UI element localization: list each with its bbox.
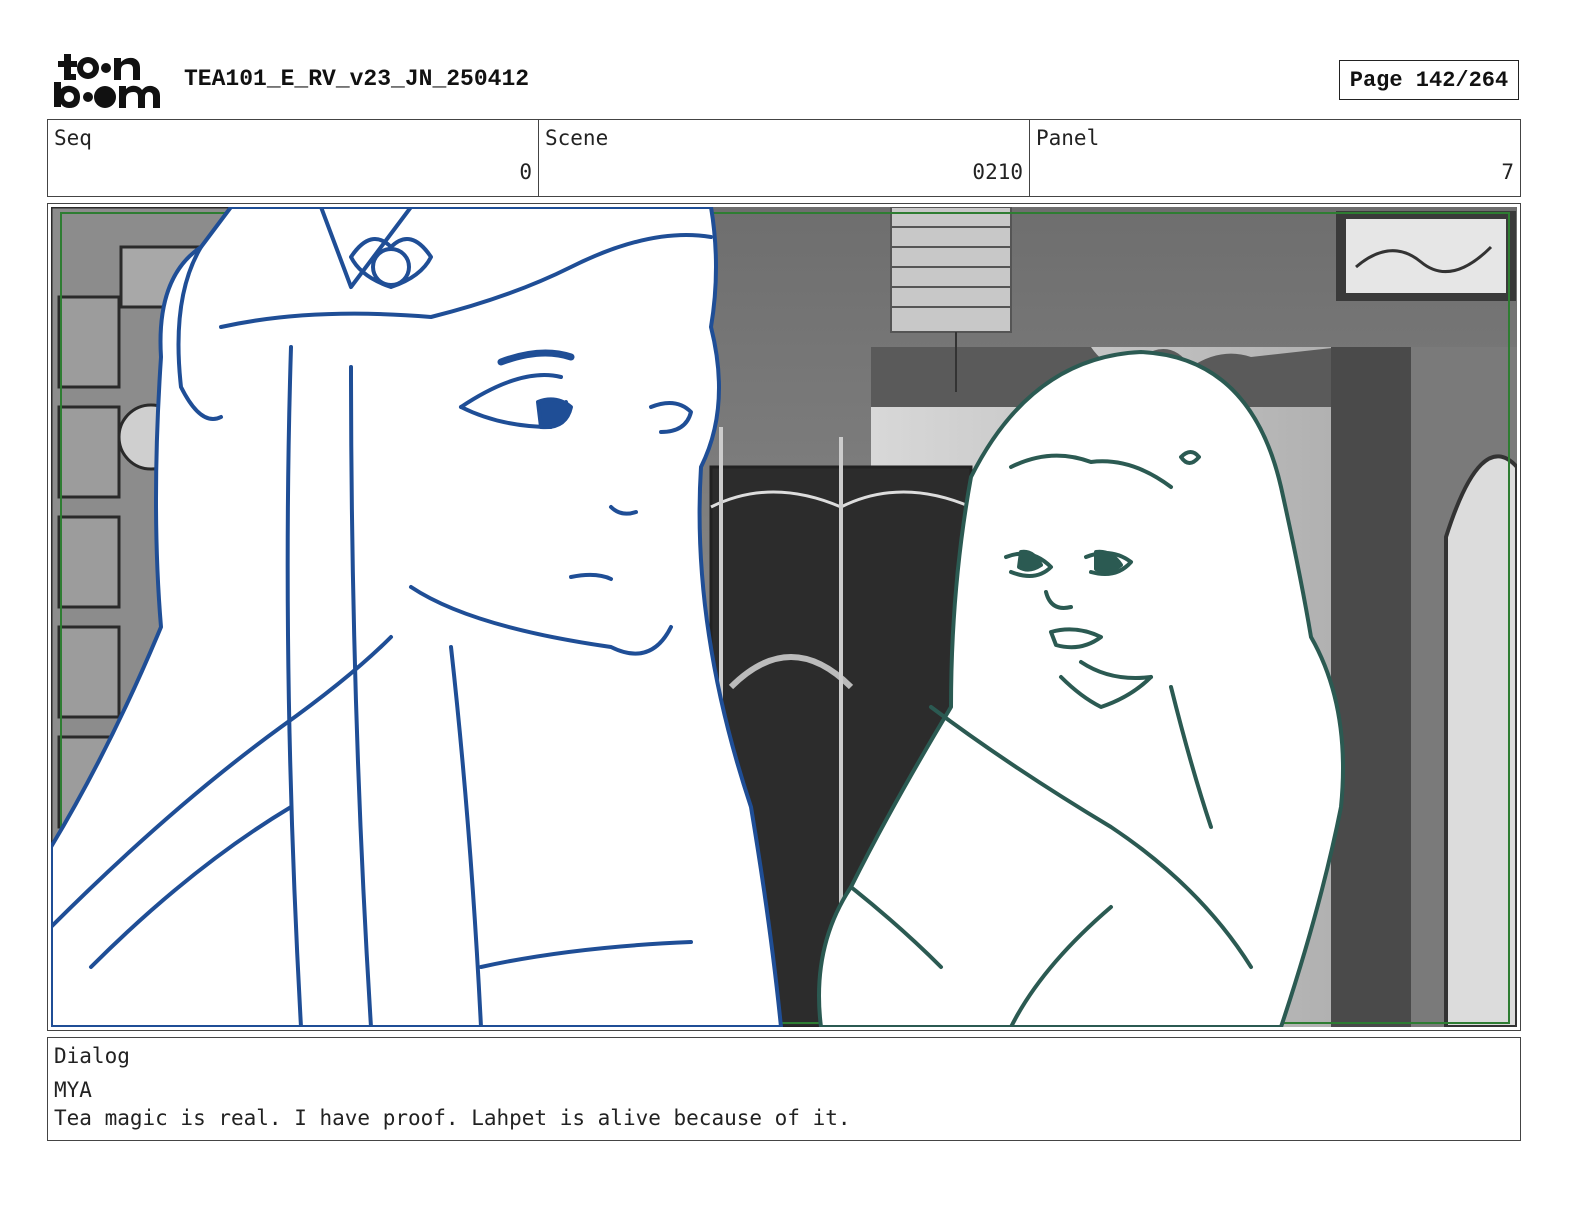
panel-value: 7 [1501, 160, 1514, 184]
scene-value: 0210 [972, 160, 1023, 184]
panel-cell: Panel 7 [1030, 120, 1520, 196]
seq-cell: Seq 0 [48, 120, 539, 196]
toon-boom-logo [50, 52, 162, 110]
scene-label: Scene [545, 126, 609, 150]
left-character-sketch [51, 207, 783, 1027]
page-indicator: Page 142/264 [1339, 60, 1519, 100]
seq-label: Seq [54, 126, 92, 150]
dialog-speaker: MYA [54, 1078, 92, 1102]
panel-artwork [51, 207, 1517, 1027]
dialog-label: Dialog [54, 1044, 130, 1068]
panel-label: Panel [1036, 126, 1100, 150]
dialog-box: Dialog MYA Tea magic is real. I have pro… [47, 1037, 1521, 1141]
scene-cell: Scene 0210 [539, 120, 1030, 196]
wall-painting [1336, 211, 1516, 301]
panel-info-row: Seq 0 Scene 0210 Panel 7 [47, 119, 1521, 197]
storyboard-panel [47, 203, 1521, 1031]
document-title: TEA101_E_RV_v23_JN_250412 [184, 66, 530, 92]
dialog-line: Tea magic is real. I have proof. Lahpet … [54, 1106, 851, 1130]
seq-value: 0 [519, 160, 532, 184]
